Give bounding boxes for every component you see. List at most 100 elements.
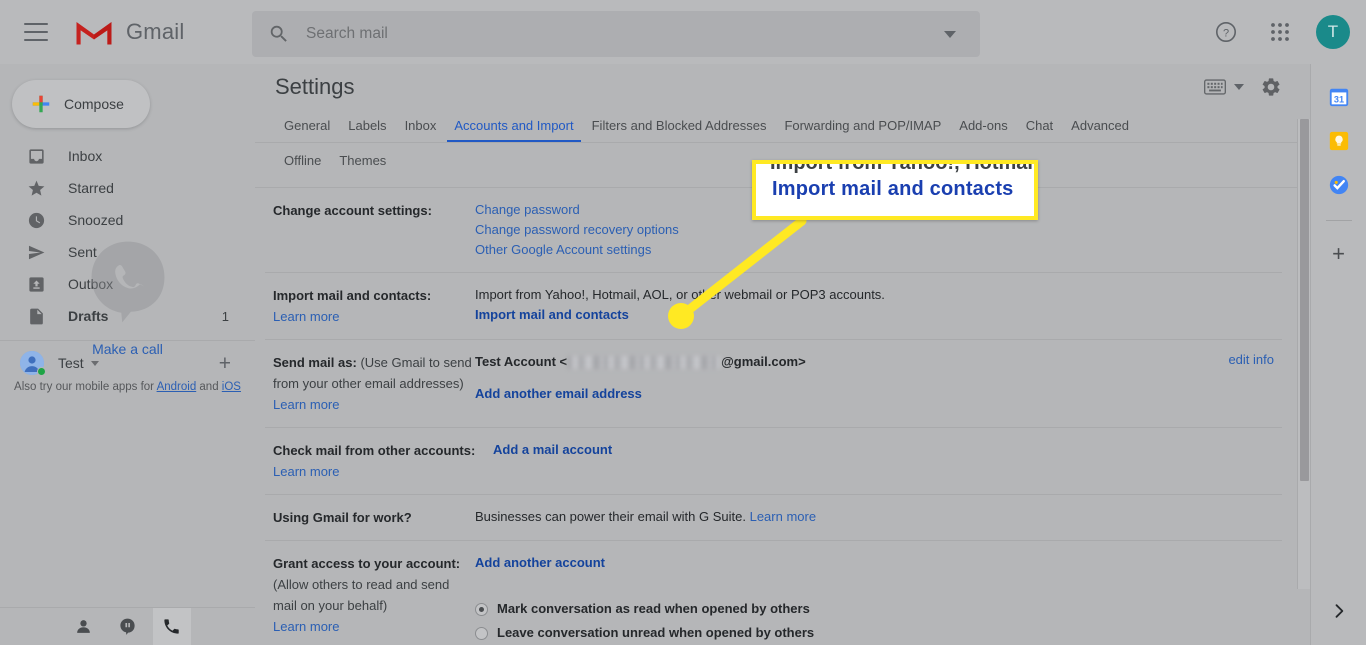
add-a-mail-account-link[interactable]: Add a mail account bbox=[493, 442, 612, 457]
tab-forwarding-and-pop-imap[interactable]: Forwarding and POP/IMAP bbox=[775, 112, 950, 142]
row-content: Add a mail account bbox=[493, 440, 1282, 482]
android-link[interactable]: Android bbox=[157, 381, 197, 393]
right-side-panel: 31 + bbox=[1310, 64, 1366, 645]
chevron-right-icon[interactable] bbox=[1329, 601, 1349, 621]
gmail-logo[interactable]: Gmail bbox=[74, 17, 184, 47]
learn-more-link[interactable]: Learn more bbox=[273, 306, 475, 327]
email-suffix: @gmail.com> bbox=[721, 354, 806, 369]
learn-more-link[interactable]: Learn more bbox=[273, 394, 475, 415]
row-content: Import from Yahoo!, Hotmail, AOL, or oth… bbox=[475, 285, 1282, 327]
google-apps-grid-icon[interactable] bbox=[1260, 12, 1300, 52]
hangouts-chat-icon[interactable] bbox=[109, 608, 147, 645]
other-google-account-settings-link[interactable]: Other Google Account settings bbox=[475, 240, 1282, 260]
svg-text:?: ? bbox=[1223, 28, 1229, 40]
radio-button[interactable] bbox=[475, 626, 488, 640]
mobile-apps-promo: Also try our mobile apps for Android and… bbox=[0, 379, 255, 396]
row-check-mail-other-accounts: Check mail from other accounts: Learn mo… bbox=[265, 428, 1282, 495]
keyboard-icon[interactable] bbox=[1204, 79, 1226, 95]
sidebar-item-starred[interactable]: Starred bbox=[0, 172, 255, 204]
promo-prefix: Also try our mobile apps for bbox=[14, 381, 157, 393]
sidebar-item-inbox[interactable]: Inbox bbox=[0, 140, 255, 172]
google-calendar-icon[interactable]: 31 bbox=[1328, 86, 1350, 108]
clock-icon bbox=[26, 210, 46, 230]
sidebar-item-snoozed[interactable]: Snoozed bbox=[0, 204, 255, 236]
row-content: Test Account < @gmail.com> Add another e… bbox=[475, 352, 1202, 415]
row-send-mail-as: Send mail as: (Use Gmail to send from yo… bbox=[265, 340, 1282, 428]
tab-filters-and-blocked-addresses[interactable]: Filters and Blocked Addresses bbox=[583, 112, 776, 142]
radio-option-mark-read[interactable]: Mark conversation as read when opened by… bbox=[475, 599, 1282, 619]
radio-option-leave-unread[interactable]: Leave conversation unread when opened by… bbox=[475, 623, 1282, 643]
row-using-gmail-for-work: Using Gmail for work? Businesses can pow… bbox=[265, 495, 1282, 541]
search-icon bbox=[270, 25, 287, 42]
row-grant-access: Grant access to your account: (Allow oth… bbox=[265, 541, 1282, 645]
ios-link[interactable]: iOS bbox=[222, 381, 241, 393]
settings-main: Settings General Labels Inbox Accounts a… bbox=[255, 64, 1310, 645]
learn-more-link[interactable]: Learn more bbox=[273, 616, 475, 637]
tab-themes[interactable]: Themes bbox=[330, 147, 395, 177]
top-app-bar: Gmail ? bbox=[0, 0, 1366, 64]
keyboard-chevron-down-icon[interactable] bbox=[1234, 84, 1244, 90]
radio-label: Mark conversation as read when opened by… bbox=[497, 601, 810, 616]
row-label-text: Grant access to your account: bbox=[273, 556, 461, 571]
gsuite-text: Businesses can power their email with G … bbox=[475, 509, 746, 524]
row-label: Grant access to your account: (Allow oth… bbox=[265, 553, 475, 643]
search-input[interactable] bbox=[306, 25, 944, 43]
learn-more-link[interactable]: Learn more bbox=[273, 461, 493, 482]
row-label: Send mail as: (Use Gmail to send from yo… bbox=[265, 352, 475, 415]
search-options-chevron-down-icon[interactable] bbox=[944, 30, 956, 38]
tab-add-ons[interactable]: Add-ons bbox=[950, 112, 1016, 142]
tab-advanced[interactable]: Advanced bbox=[1062, 112, 1138, 142]
radio-label: Leave conversation unread when opened by… bbox=[497, 625, 815, 640]
redacted-email-username bbox=[568, 355, 721, 369]
search-bar[interactable] bbox=[252, 11, 980, 57]
page-title: Settings bbox=[275, 74, 355, 99]
left-sidebar: Compose Inbox Starred Snoozed Sent Outbo… bbox=[0, 64, 255, 645]
add-another-account-link[interactable]: Add another account bbox=[475, 553, 1282, 573]
google-keep-icon[interactable] bbox=[1328, 130, 1350, 152]
compose-button[interactable]: Compose bbox=[12, 80, 150, 128]
edit-info-link[interactable]: edit info bbox=[1202, 352, 1282, 415]
tab-offline[interactable]: Offline bbox=[275, 147, 330, 177]
tab-chat[interactable]: Chat bbox=[1017, 112, 1062, 142]
scrollbar-thumb[interactable] bbox=[1300, 119, 1309, 481]
radio-button[interactable] bbox=[475, 602, 488, 616]
settings-header-actions bbox=[1204, 76, 1282, 98]
import-description: Import from Yahoo!, Hotmail, AOL, or oth… bbox=[475, 287, 885, 302]
change-password-recovery-link[interactable]: Change password recovery options bbox=[475, 220, 1282, 240]
tab-accounts-and-import[interactable]: Accounts and Import bbox=[445, 112, 582, 142]
inbox-icon bbox=[26, 146, 46, 166]
compose-label: Compose bbox=[64, 96, 124, 112]
tab-inbox[interactable]: Inbox bbox=[396, 112, 446, 142]
row-label: Check mail from other accounts: Learn mo… bbox=[265, 440, 493, 482]
row-sublabel: (Allow others to read and send mail on y… bbox=[273, 577, 450, 613]
contacts-person-icon[interactable] bbox=[65, 608, 103, 645]
row-label-text: Check mail from other accounts: bbox=[273, 443, 476, 458]
sidebar-item-label: Snoozed bbox=[68, 212, 124, 228]
star-icon bbox=[26, 178, 46, 198]
sidebar-item-label: Inbox bbox=[68, 148, 103, 164]
phone-call-icon[interactable] bbox=[152, 607, 191, 645]
primary-email-row: Test Account < @gmail.com> bbox=[475, 352, 1202, 372]
tab-general[interactable]: General bbox=[275, 112, 339, 142]
tab-labels[interactable]: Labels bbox=[339, 112, 395, 142]
settings-scrollbar[interactable] bbox=[1297, 119, 1310, 589]
row-label: Change account settings: bbox=[273, 203, 432, 218]
promo-middle: and bbox=[196, 381, 222, 393]
add-another-email-address-link[interactable]: Add another email address bbox=[475, 384, 1202, 404]
add-panel-plus-icon[interactable]: + bbox=[1332, 243, 1345, 265]
hamburger-menu-icon[interactable] bbox=[24, 23, 48, 41]
row-label-text: Send mail as: bbox=[273, 355, 357, 370]
row-content: Businesses can power their email with G … bbox=[475, 507, 1282, 528]
hangouts-tab-bar bbox=[0, 607, 255, 645]
import-mail-and-contacts-link[interactable]: Import mail and contacts bbox=[475, 305, 1282, 325]
row-import-mail-and-contacts: Import mail and contacts: Learn more Imp… bbox=[265, 273, 1282, 340]
settings-content: Change account settings: Change password… bbox=[255, 188, 1310, 645]
make-a-call-link[interactable]: Make a call bbox=[0, 341, 255, 357]
gear-icon[interactable] bbox=[1260, 76, 1282, 98]
help-question-icon[interactable]: ? bbox=[1206, 12, 1246, 52]
avatar[interactable]: T bbox=[1316, 15, 1350, 49]
topbar-actions: ? T bbox=[1206, 0, 1350, 64]
learn-more-link[interactable]: Learn more bbox=[750, 509, 816, 524]
settings-tabs-row-1: General Labels Inbox Accounts and Import… bbox=[255, 112, 1310, 143]
google-tasks-icon[interactable] bbox=[1328, 174, 1350, 196]
